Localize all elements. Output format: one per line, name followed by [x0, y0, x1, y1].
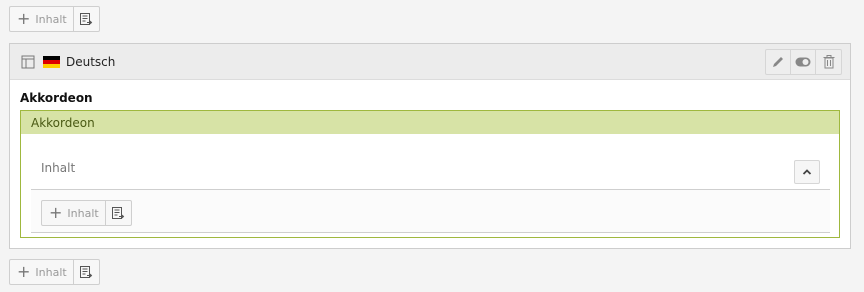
- inner-add-content-group: + Inhalt: [41, 200, 132, 226]
- plus-icon: +: [17, 261, 31, 281]
- top-add-content-group: + Inhalt: [9, 6, 100, 32]
- inner-paste-button[interactable]: [106, 201, 131, 225]
- delete-icon: [823, 55, 834, 69]
- top-add-content-button[interactable]: + Inhalt: [10, 7, 74, 31]
- language-label: Deutsch: [66, 54, 116, 69]
- add-content-label: Inhalt: [35, 12, 67, 26]
- add-content-label: Inhalt: [35, 265, 67, 279]
- element-title: Akkordeon: [20, 91, 93, 105]
- german-flag-icon: [43, 55, 60, 68]
- bottom-add-content-button[interactable]: + Inhalt: [10, 260, 74, 284]
- element-header: Deutsch: [10, 44, 850, 80]
- layout-icon[interactable]: [21, 55, 35, 69]
- top-paste-button[interactable]: [74, 7, 99, 31]
- plus-icon: +: [49, 202, 63, 222]
- accordion-panel-header[interactable]: Inhalt: [31, 147, 830, 190]
- element-actions: [765, 49, 842, 75]
- plus-icon: +: [17, 8, 31, 28]
- accordion-container: Akkordeon Inhalt + Inhalt: [20, 110, 840, 238]
- inner-add-content-button[interactable]: + Inhalt: [42, 201, 106, 225]
- add-content-label: Inhalt: [67, 206, 99, 220]
- paste-icon: [80, 266, 93, 278]
- collapse-button[interactable]: [794, 160, 820, 184]
- toggle-icon: [795, 57, 811, 67]
- paste-icon: [112, 207, 125, 219]
- paste-icon: [80, 13, 93, 25]
- delete-button[interactable]: [816, 50, 841, 74]
- accordion-panel-title: Inhalt: [41, 161, 76, 175]
- content-element: Deutsch Akkordeon Akkordeon Inhalt + Inh…: [9, 43, 851, 249]
- edit-icon: [773, 57, 783, 67]
- bottom-paste-button[interactable]: [74, 260, 99, 284]
- toggle-visibility-button[interactable]: [791, 50, 816, 74]
- edit-button[interactable]: [766, 50, 791, 74]
- accordion-header: Akkordeon: [21, 111, 839, 134]
- bottom-add-content-group: + Inhalt: [9, 259, 100, 285]
- chevron-up-icon: [802, 169, 812, 175]
- accordion-panel: Inhalt + Inhalt: [31, 147, 830, 233]
